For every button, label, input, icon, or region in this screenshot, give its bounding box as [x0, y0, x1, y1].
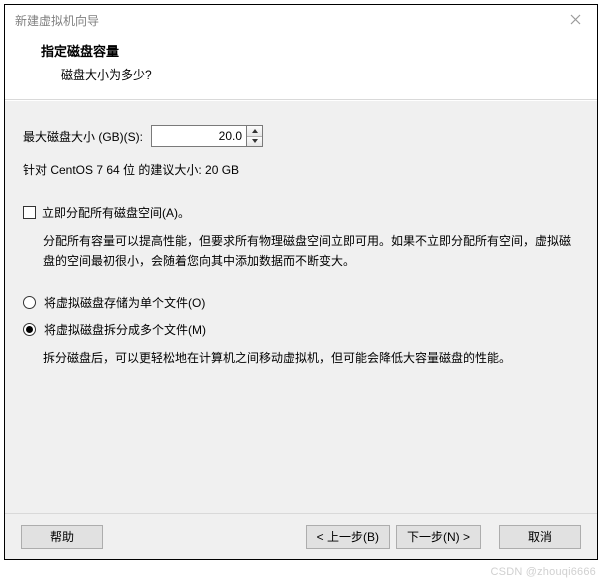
recommendation-text: 针对 CentOS 7 64 位 的建议大小: 20 GB [23, 161, 579, 178]
allocate-now-label[interactable]: 立即分配所有磁盘空间(A)。 [42, 204, 190, 221]
disk-size-spinner [151, 125, 263, 147]
back-button[interactable]: < 上一步(B) [306, 525, 390, 549]
next-button[interactable]: 下一步(N) > [396, 525, 481, 549]
dialog-body: 最大磁盘大小 (GB)(S): 针对 CentOS 7 64 位 的建议大小: … [5, 100, 597, 513]
cancel-button[interactable]: 取消 [499, 525, 581, 549]
store-single-label[interactable]: 将虚拟磁盘存储为单个文件(O) [44, 294, 205, 311]
store-split-description: 拆分磁盘后，可以更轻松地在计算机之间移动虚拟机，但可能会降低大容量磁盘的性能。 [23, 348, 579, 368]
window-title: 新建虚拟机向导 [15, 12, 99, 29]
header-panel: 指定磁盘容量 磁盘大小为多少? [5, 35, 597, 100]
dialog-footer: 帮助 < 上一步(B) 下一步(N) > 取消 [5, 513, 597, 559]
store-split-label[interactable]: 将虚拟磁盘拆分成多个文件(M) [44, 321, 206, 338]
store-single-row: 将虚拟磁盘存储为单个文件(O) [23, 294, 579, 311]
page-title: 指定磁盘容量 [41, 41, 583, 60]
close-icon[interactable] [561, 6, 589, 34]
dialog-window: 新建虚拟机向导 指定磁盘容量 磁盘大小为多少? 最大磁盘大小 (GB)(S): [4, 4, 598, 560]
store-single-radio[interactable] [23, 296, 36, 309]
titlebar: 新建虚拟机向导 [5, 5, 597, 35]
store-split-row: 将虚拟磁盘拆分成多个文件(M) [23, 321, 579, 338]
help-button[interactable]: 帮助 [21, 525, 103, 549]
allocate-now-description: 分配所有容量可以提高性能，但要求所有物理磁盘空间立即可用。如果不立即分配所有空间… [23, 231, 579, 272]
store-split-radio[interactable] [23, 323, 36, 336]
spinner-up-button[interactable] [247, 126, 262, 136]
watermark: CSDN @zhouqi6666 [491, 566, 596, 578]
disk-size-row: 最大磁盘大小 (GB)(S): [23, 125, 579, 147]
spinner-buttons [247, 125, 263, 147]
disk-size-label: 最大磁盘大小 (GB)(S): [23, 128, 143, 145]
chevron-down-icon [252, 139, 258, 143]
chevron-up-icon [252, 129, 258, 133]
allocate-now-checkbox[interactable] [23, 206, 36, 219]
nav-button-group: < 上一步(B) 下一步(N) > 取消 [306, 525, 581, 549]
disk-size-input[interactable] [151, 125, 247, 147]
spinner-down-button[interactable] [247, 136, 262, 147]
allocate-now-row: 立即分配所有磁盘空间(A)。 [23, 204, 579, 221]
page-subtitle: 磁盘大小为多少? [41, 66, 583, 83]
